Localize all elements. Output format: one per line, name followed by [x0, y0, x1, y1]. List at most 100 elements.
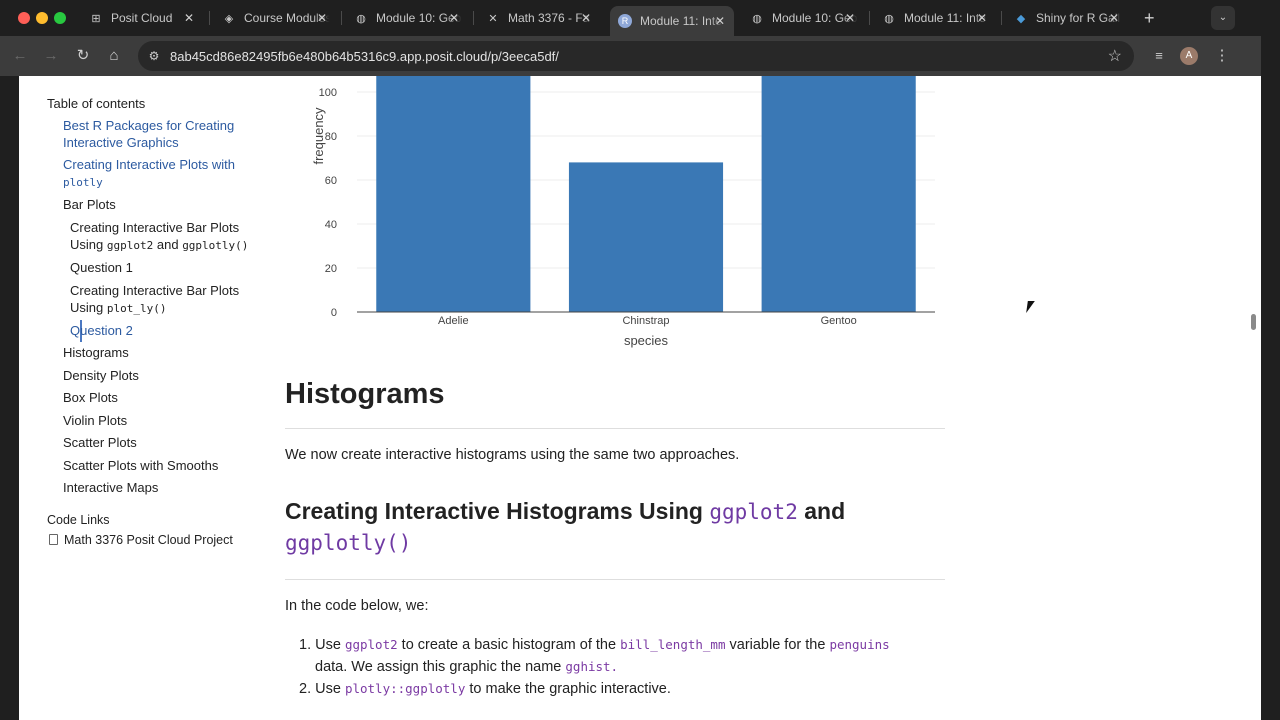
toc-code: plotly: [63, 176, 103, 189]
bar[interactable]: [568, 162, 724, 312]
y-tick-label: 100: [319, 87, 337, 99]
tab-search-icon[interactable]: ⌄: [1211, 6, 1235, 30]
page-scrollbar-thumb[interactable]: [1251, 314, 1256, 330]
browser-tab[interactable]: ◆ Shiny for R Gall ✕: [1010, 6, 1126, 30]
document-icon: [49, 534, 58, 545]
y-tick-label: 60: [325, 175, 337, 187]
list-text: data. We assign this graphic the name: [315, 659, 562, 675]
avatar[interactable]: A: [1180, 47, 1198, 65]
toc-item-histograms[interactable]: Histograms: [63, 344, 129, 361]
globe-icon: ◍: [752, 12, 762, 25]
list-item: 2. Use plotly::ggplotly to make the grap…: [299, 678, 939, 700]
code-links-title: Code Links: [47, 513, 110, 527]
close-tab-icon[interactable]: ✕: [714, 14, 726, 28]
bar-chart[interactable]: 0 20 40 60 80 100 Adelie Chinstrap Gentoo species…: [285, 76, 945, 356]
toc-item-best-packages[interactable]: Best R Packages for Creating Interactive…: [63, 117, 263, 151]
inline-code: gghist.: [565, 659, 619, 674]
toc-label: Scatter Plots: [63, 435, 137, 450]
browser-tab[interactable]: R Module 11: Inte ✕: [610, 6, 734, 36]
inline-code: plotly::ggplotly: [344, 681, 466, 696]
bar[interactable]: [761, 76, 916, 312]
bookmark-star-icon[interactable]: ☆: [1108, 46, 1122, 66]
reading-list-icon[interactable]: ≡: [1149, 46, 1169, 66]
x-tick-label: Chinstrap: [622, 315, 669, 327]
close-tab-icon[interactable]: ✕: [580, 11, 592, 25]
toc-item-bar-plots[interactable]: Bar Plots: [63, 196, 116, 213]
list-item: 1. Use ggplot2 to create a basic histogr…: [299, 634, 939, 678]
tab-separator: [869, 11, 870, 25]
tab-separator: [341, 11, 342, 25]
y-tick-label: 20: [325, 263, 337, 275]
code-link-project[interactable]: Math 3376 Posit Cloud Project: [47, 532, 233, 549]
y-tick-label: 40: [325, 219, 337, 231]
toc-label: Interactive Maps: [63, 480, 159, 495]
toc-item-scatter[interactable]: Scatter Plots: [63, 434, 137, 451]
inline-code: bill_length_mm: [620, 637, 726, 652]
forward-icon[interactable]: →: [41, 46, 61, 66]
toc-item-bar-ggplot[interactable]: Creating Interactive Bar Plots Using ggp…: [70, 219, 270, 254]
toc-item-scatter-smooth[interactable]: Scatter Plots with Smooths: [63, 457, 218, 474]
url-text[interactable]: 8ab45cd86e82495fb6e480b64b5316c9.app.pos…: [170, 49, 559, 64]
list-text: Use: [315, 637, 341, 653]
browser-tab[interactable]: ◍ Module 10: Geo ✕: [350, 6, 466, 30]
close-tab-icon[interactable]: ✕: [448, 11, 460, 25]
toc-item-question-2[interactable]: Question 2: [70, 322, 133, 339]
close-tab-icon[interactable]: ✕: [844, 11, 856, 25]
subsection-title-text: Creating Interactive Histograms Using: [285, 498, 703, 524]
toc-item-density[interactable]: Density Plots: [63, 367, 139, 384]
close-tab-icon[interactable]: ✕: [976, 11, 988, 25]
close-tab-icon[interactable]: ✕: [183, 11, 195, 25]
toc-item-plotly[interactable]: Creating Interactive Plots with plotly: [63, 156, 263, 191]
page-viewport: Table of contents Best R Packages for Cr…: [19, 76, 1261, 720]
toc-code: ggplot2: [106, 239, 154, 252]
tab-separator: [473, 11, 474, 25]
toc-label: Scatter Plots with Smooths: [63, 458, 219, 473]
posit-icon: ⊞: [91, 12, 101, 25]
back-icon[interactable]: ←: [10, 46, 30, 66]
x-axis-label: species: [624, 333, 669, 348]
y-tick-label: 0: [331, 307, 337, 319]
divider: [285, 428, 945, 429]
browser-tab[interactable]: ◍ Module 11: Inte ✕: [878, 6, 994, 30]
address-bar[interactable]: ⚙ 8ab45cd86e82495fb6e480b64b5316c9.app.p…: [138, 41, 1134, 71]
browser-tab[interactable]: ⊞ Posit Cloud ✕: [85, 6, 201, 30]
r-icon: R: [618, 14, 632, 28]
tab-strip: ⊞ Posit Cloud ✕ ◈ Course Modules ✕ ◍ Module 10:…: [0, 0, 1261, 36]
y-tick-label: 80: [325, 131, 337, 143]
toc-title: Table of contents: [47, 96, 146, 111]
list-number: 1.: [299, 637, 312, 653]
toc-item-violin[interactable]: Violin Plots: [63, 412, 127, 429]
bar[interactable]: [376, 76, 531, 312]
toc-label: Creating Interactive Plots with: [63, 157, 235, 172]
browser-tab[interactable]: ✕ Math 3376 - Fa ✕: [482, 6, 598, 30]
home-icon[interactable]: ⌂: [104, 46, 124, 66]
reload-icon[interactable]: ↻: [73, 46, 93, 66]
toc-item-question-1[interactable]: Question 1: [70, 259, 133, 276]
x-tick-label: Adelie: [438, 315, 469, 327]
browser-toolbar: ← → ↻ ⌂ ⚙ 8ab45cd86e82495fb6e480b64b5316…: [0, 36, 1261, 76]
toc-label: Bar Plots: [63, 197, 116, 212]
toc-label: Question 2: [70, 323, 133, 338]
subsection-title: Creating Interactive Histograms Using gg…: [285, 496, 945, 558]
globe-icon: ◍: [356, 12, 366, 25]
close-tab-icon[interactable]: ✕: [1108, 11, 1120, 25]
close-window-button[interactable]: [18, 12, 30, 24]
minimize-window-button[interactable]: [36, 12, 48, 24]
section-title-histograms: Histograms: [285, 378, 445, 410]
subsection-code: ggplotly(): [285, 531, 412, 555]
browser-tab[interactable]: ◈ Course Modules ✕: [218, 6, 334, 30]
toc-item-bar-plot-ly[interactable]: Creating Interactive Bar Plots Using plo…: [70, 282, 265, 317]
list-number: 2.: [299, 681, 312, 697]
canvas-icon: ✕: [488, 12, 498, 25]
toc-item-box[interactable]: Box Plots: [63, 389, 118, 406]
maximize-window-button[interactable]: [54, 12, 66, 24]
more-menu-icon[interactable]: ⋮: [1212, 46, 1232, 66]
browser-tab[interactable]: ◍ Module 10: Geo ✕: [746, 6, 862, 30]
shiny-icon: ◆: [1016, 12, 1026, 25]
inline-code: penguins: [829, 637, 890, 652]
close-tab-icon[interactable]: ✕: [316, 11, 328, 25]
y-axis-label: frequency: [311, 107, 326, 165]
site-info-icon[interactable]: ⚙: [146, 48, 162, 64]
toc-item-maps[interactable]: Interactive Maps: [63, 479, 158, 496]
new-tab-button[interactable]: +: [1144, 8, 1155, 29]
